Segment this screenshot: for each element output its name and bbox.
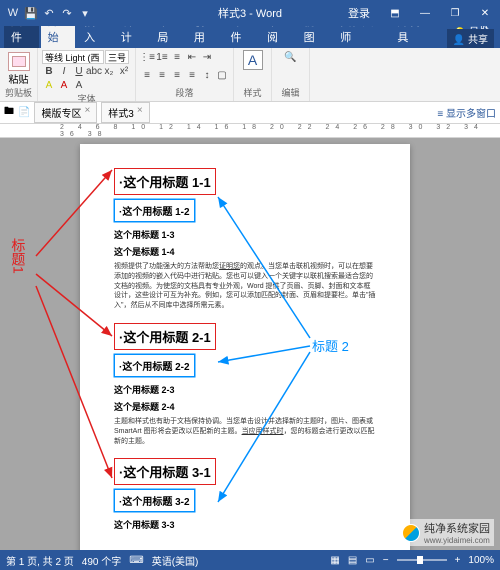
zoom-in-button[interactable]: + bbox=[455, 555, 461, 566]
status-bar: 第 1 页, 共 2 页 490 个字 ⌨ 英语(美国) ▦ ▤ ▭ − + 1… bbox=[0, 550, 500, 570]
clipboard-group: 粘贴 剪贴板 bbox=[0, 48, 38, 101]
page-indicator[interactable]: 第 1 页, 共 2 页 bbox=[6, 553, 74, 568]
sup-button[interactable]: x² bbox=[117, 64, 131, 78]
sub-button[interactable]: x₂ bbox=[102, 64, 116, 78]
size-select[interactable]: 三号 bbox=[105, 50, 129, 64]
styles-label: 样式 bbox=[243, 86, 261, 99]
close-tab-icon[interactable]: × bbox=[137, 105, 143, 120]
doc-icon[interactable]: 📄 bbox=[18, 107, 30, 118]
title-bar: W 💾 ↶ ↷ ▾ 样式3 - Word 登录 ⬒ — ❐ ✕ bbox=[0, 0, 500, 26]
login-link[interactable]: 登录 bbox=[348, 5, 370, 21]
ribbon: 粘贴 剪贴板 等线 Light (西文标题) 三号 B I U abc x₂ x… bbox=[0, 48, 500, 102]
share-button[interactable]: 👤 共享 bbox=[447, 29, 494, 48]
italic-button[interactable]: I bbox=[57, 64, 71, 78]
redo-icon[interactable]: ↷ bbox=[60, 6, 74, 20]
annotation-arrows bbox=[0, 138, 500, 550]
restore-icon[interactable]: ❐ bbox=[440, 0, 470, 26]
shading-button[interactable]: ▢ bbox=[215, 68, 229, 82]
show-windows-button[interactable]: ≡ 显示多窗口 bbox=[437, 105, 496, 120]
person-icon: 👤 bbox=[453, 35, 465, 46]
keyboard-icon: ⌨ bbox=[129, 555, 143, 566]
document-area[interactable]: ·这个用标题 1-1 ·这个用标题 1-2 这个用标题 1-3 这个是标题 1-… bbox=[0, 138, 500, 550]
undo-icon[interactable]: ↶ bbox=[42, 6, 56, 20]
indent-dec-button[interactable]: ⇤ bbox=[185, 50, 199, 64]
align-right-button[interactable]: ≡ bbox=[170, 68, 184, 82]
paste-label: 粘贴 bbox=[9, 71, 29, 86]
spacing-button[interactable]: ↕ bbox=[200, 68, 214, 82]
tab-template[interactable]: 模版专区× bbox=[34, 102, 97, 123]
strike-button[interactable]: abc bbox=[87, 64, 101, 78]
watermark-logo-icon bbox=[402, 524, 420, 542]
ribbon-display-icon[interactable]: ⬒ bbox=[380, 0, 410, 26]
zoom-out-button[interactable]: − bbox=[383, 555, 389, 566]
font-color-button[interactable]: A bbox=[57, 78, 71, 92]
clipboard-label: 剪贴板 bbox=[5, 86, 32, 99]
quick-access-toolbar: W 💾 ↶ ↷ ▾ bbox=[0, 6, 98, 20]
multilevel-button[interactable]: ≡ bbox=[170, 50, 184, 64]
styles-group: A 样式 bbox=[234, 48, 272, 101]
minimize-icon[interactable]: — bbox=[410, 0, 440, 26]
bold-button[interactable]: B bbox=[42, 64, 56, 78]
close-tab-icon[interactable]: × bbox=[84, 105, 90, 120]
char-border-button[interactable]: A bbox=[72, 78, 86, 92]
web-layout-view-icon[interactable]: ▭ bbox=[365, 555, 374, 566]
highlight-button[interactable]: A bbox=[42, 78, 56, 92]
paragraph-group: ⋮≡ 1≡ ≡ ⇤ ⇥ ≡ ≡ ≡ ≡ ↕ ▢ 段落 bbox=[136, 48, 234, 101]
watermark-text: 纯净系统家园 bbox=[424, 520, 490, 536]
watermark: 纯净系统家园 www.yidaimei.com bbox=[398, 519, 494, 546]
editing-group: 🔍 编辑 bbox=[272, 48, 310, 101]
justify-button[interactable]: ≡ bbox=[185, 68, 199, 82]
find-button[interactable]: 🔍 bbox=[284, 50, 298, 64]
read-mode-view-icon[interactable]: ▤ bbox=[348, 555, 357, 566]
zoom-level[interactable]: 100% bbox=[468, 555, 494, 566]
print-layout-view-icon[interactable]: ▦ bbox=[330, 555, 339, 566]
underline-button[interactable]: U bbox=[72, 64, 86, 78]
language-indicator[interactable]: 英语(美国) bbox=[152, 553, 199, 568]
word-count[interactable]: 490 个字 bbox=[82, 553, 121, 568]
align-left-button[interactable]: ≡ bbox=[140, 68, 154, 82]
styles-gallery-icon[interactable]: A bbox=[243, 50, 263, 70]
sub-toolbar: 🖿 📄 模版专区× 样式3× ≡ 显示多窗口 bbox=[0, 102, 500, 124]
ruler[interactable]: 2 4 6 8 10 12 14 16 18 20 22 24 26 28 30… bbox=[0, 124, 500, 138]
font-select[interactable]: 等线 Light (西文标题) bbox=[42, 50, 104, 64]
bullets-button[interactable]: ⋮≡ bbox=[140, 50, 154, 64]
paragraph-label: 段落 bbox=[140, 86, 229, 99]
align-center-button[interactable]: ≡ bbox=[155, 68, 169, 82]
zoom-slider[interactable] bbox=[397, 559, 447, 561]
font-group: 等线 Light (西文标题) 三号 B I U abc x₂ x² A A A… bbox=[38, 48, 136, 101]
qat-dropdown-icon[interactable]: ▾ bbox=[78, 6, 92, 20]
close-icon[interactable]: ✕ bbox=[470, 0, 500, 26]
indent-inc-button[interactable]: ⇥ bbox=[200, 50, 214, 64]
word-icon: W bbox=[6, 6, 20, 20]
tab-document[interactable]: 样式3× bbox=[101, 102, 149, 123]
folder-icon[interactable]: 🖿 bbox=[4, 104, 14, 121]
window-title: 样式3 - Word bbox=[218, 5, 282, 21]
ribbon-tabs: 文件 开始 插入 设计 布局 引用 邮件 审阅 视图 美化大师 开发工具 💡告诉… bbox=[0, 26, 500, 48]
watermark-url: www.yidaimei.com bbox=[424, 536, 490, 545]
numbering-button[interactable]: 1≡ bbox=[155, 50, 169, 64]
save-icon[interactable]: 💾 bbox=[24, 6, 38, 20]
paste-icon[interactable] bbox=[8, 52, 30, 71]
editing-label: 编辑 bbox=[281, 86, 299, 99]
